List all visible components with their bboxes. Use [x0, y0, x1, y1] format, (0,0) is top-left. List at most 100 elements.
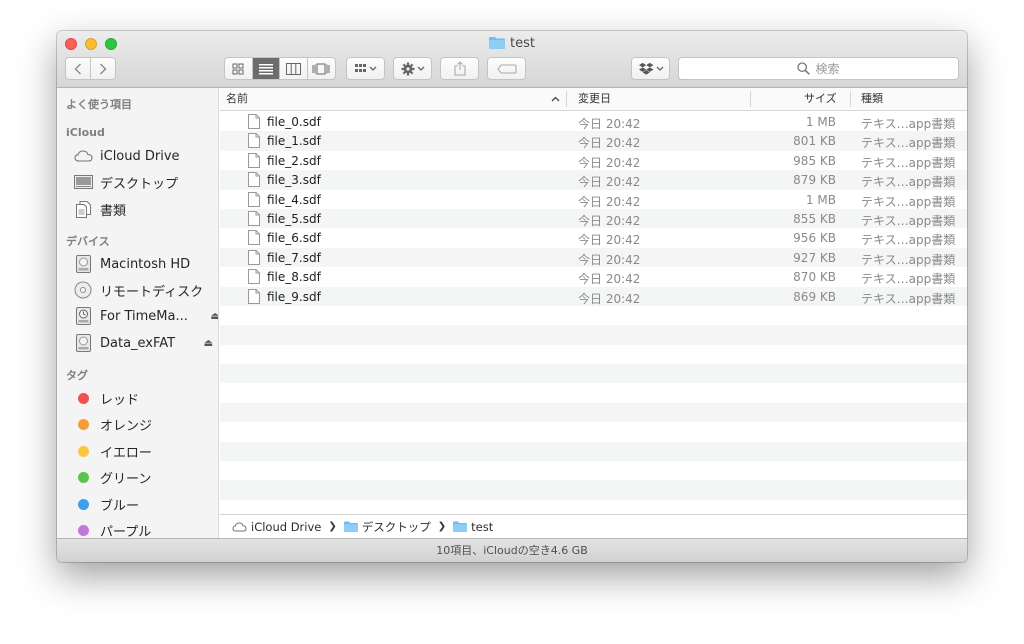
path-separator: ❯	[437, 521, 447, 532]
path-crumb-icloud-drive[interactable]: iCloud Drive	[232, 520, 321, 534]
tag-purple-dot-icon	[77, 524, 89, 536]
documents-icon	[73, 200, 93, 218]
file-date: 今日 20:42	[578, 252, 641, 267]
disc-icon	[73, 281, 93, 299]
file-kind: テキス…app書類	[861, 117, 956, 131]
sidebar-tag-purple[interactable]: パープル	[73, 520, 151, 539]
table-row[interactable]: file_1.sdf 今日 20:42 801 KB テキス…app書類	[220, 131, 967, 151]
sidebar-tag-blue[interactable]: ブルー	[73, 494, 139, 514]
sidebar-tag-red[interactable]: レッド	[73, 388, 139, 408]
empty-row	[220, 383, 967, 403]
timemachine-drive-icon	[73, 307, 93, 325]
sidebar-tag-green[interactable]: グリーン	[73, 467, 151, 487]
table-row[interactable]: file_0.sdf 今日 20:42 1 MB テキス…app書類	[220, 112, 967, 132]
sidebar-item-macintosh-hd[interactable]: Macintosh HD	[73, 254, 190, 274]
search-placeholder: 検索	[815, 62, 840, 76]
list-view-button[interactable]	[252, 58, 280, 79]
empty-row	[220, 499, 967, 514]
empty-row	[220, 364, 967, 384]
eject-icon[interactable]: ⏏	[210, 311, 218, 322]
sidebar-item-label: For TimeMa...	[100, 308, 188, 324]
file-date: 今日 20:42	[578, 233, 641, 248]
file-date: 今日 20:42	[578, 194, 641, 209]
sidebar-heading-tags: タグ	[66, 369, 88, 382]
forward-button[interactable]	[91, 58, 115, 79]
search-field[interactable]: 検索	[678, 57, 959, 80]
file-kind: テキス…app書類	[861, 175, 956, 190]
sidebar-tag-yellow[interactable]: イエロー	[73, 441, 152, 461]
sidebar-item-label: オレンジ	[100, 418, 153, 434]
search-icon	[797, 62, 811, 75]
share-button[interactable]	[440, 57, 479, 80]
column-header-kind[interactable]: 種類	[861, 88, 883, 110]
sidebar-item-icloud-drive[interactable]: iCloud Drive	[73, 146, 180, 166]
table-row[interactable]: file_2.sdf 今日 20:42 985 KB テキス…app書類	[220, 150, 967, 171]
column-header-name[interactable]: 名前	[226, 88, 248, 110]
table-row[interactable]: file_3.sdf 今日 20:42 879 KB テキス…app書類	[220, 170, 967, 190]
table-row[interactable]: file_4.sdf 今日 20:42 1 MB テキス…app書類	[220, 189, 967, 209]
file-kind: テキス…app書類	[861, 155, 956, 170]
path-bar: iCloud Drive ❯ デスクトップ ❯ test	[220, 514, 967, 538]
sidebar-item-label: Data_exFAT	[100, 335, 176, 351]
column-header-date[interactable]: 変更日	[578, 88, 611, 110]
file-size: 985 KB	[793, 153, 836, 168]
sidebar-item-label: グリーン	[100, 471, 152, 487]
sidebar-tag-orange[interactable]: オレンジ	[73, 414, 152, 434]
file-name: file_1.sdf	[267, 134, 321, 149]
file-size: 956 KB	[793, 231, 836, 246]
chevron-right-icon	[99, 63, 107, 74]
columns-icon	[285, 62, 301, 75]
column-header-size[interactable]: サイズ	[804, 88, 837, 110]
table-row[interactable]: file_8.sdf 今日 20:42 870 KB テキス…app書類	[220, 267, 967, 287]
file-kind: テキス…app書類	[861, 194, 956, 209]
gear-icon	[401, 62, 424, 75]
path-crumb-test[interactable]: test	[453, 520, 493, 534]
icon-view-button[interactable]	[225, 58, 253, 79]
file-size: 1 MB	[805, 115, 836, 129]
eject-icon[interactable]: ⏏	[204, 338, 213, 349]
back-button[interactable]	[66, 58, 91, 79]
window-title: test	[57, 36, 967, 53]
arrange-button[interactable]	[346, 57, 385, 80]
file-date: 今日 20:42	[578, 175, 641, 190]
table-row[interactable]: file_7.sdf 今日 20:42 927 KB テキス…app書類	[220, 247, 967, 268]
file-name: file_3.sdf	[267, 173, 321, 188]
folder-icon	[343, 521, 358, 532]
cloud-icon	[73, 147, 93, 165]
sidebar-item-timemachine[interactable]: For TimeMa... ⏏	[73, 306, 218, 326]
sidebar-heading-devices: デバイス	[66, 235, 110, 248]
sidebar-item-desktop[interactable]: デスクトップ	[73, 172, 178, 192]
chevron-left-icon	[74, 63, 81, 74]
share-icon	[453, 61, 466, 76]
path-crumb-desktop[interactable]: デスクトップ	[343, 519, 431, 535]
sidebar-heading-icloud: iCloud	[66, 126, 105, 139]
file-name: file_2.sdf	[267, 153, 321, 168]
file-date: 今日 20:42	[578, 213, 641, 228]
tag-blue-dot-icon	[77, 498, 89, 510]
folder-icon	[489, 36, 506, 53]
table-row[interactable]: file_5.sdf 今日 20:42 855 KB テキス…app書類	[220, 208, 967, 229]
coverflow-view-button[interactable]	[308, 58, 335, 79]
sort-ascending-icon	[551, 88, 560, 110]
status-bar: 10項目、iCloudの空き4.6 GB	[57, 538, 967, 562]
dropbox-button[interactable]	[631, 57, 670, 80]
sidebar-heading-favorites: よく使う項目	[66, 98, 132, 111]
column-view-button[interactable]	[280, 58, 308, 79]
table-row[interactable]: file_9.sdf 今日 20:42 869 KB テキス…app書類	[220, 286, 967, 306]
file-rows: file_0.sdf 今日 20:42 1 MB テキス…app書類 file_…	[220, 112, 967, 514]
harddrive-icon	[73, 255, 93, 273]
file-size: 879 KB	[793, 173, 836, 188]
sidebar-item-remote-disc[interactable]: リモートディスク	[73, 280, 203, 300]
list-lines-icon	[258, 63, 273, 74]
file-size: 855 KB	[793, 211, 836, 226]
document-file-icon	[248, 230, 260, 248]
sidebar-item-data-exfat[interactable]: Data_exFAT ⏏	[73, 333, 213, 353]
sidebar-item-label: イエロー	[100, 445, 152, 461]
dropbox-icon	[638, 62, 663, 75]
table-row[interactable]: file_6.sdf 今日 20:42 956 KB テキス…app書類	[220, 228, 967, 248]
document-file-icon	[248, 269, 260, 287]
action-button[interactable]	[393, 57, 432, 80]
tags-button[interactable]	[487, 57, 526, 80]
file-kind: テキス…app書類	[861, 233, 956, 248]
sidebar-item-documents[interactable]: 書類	[73, 199, 126, 219]
